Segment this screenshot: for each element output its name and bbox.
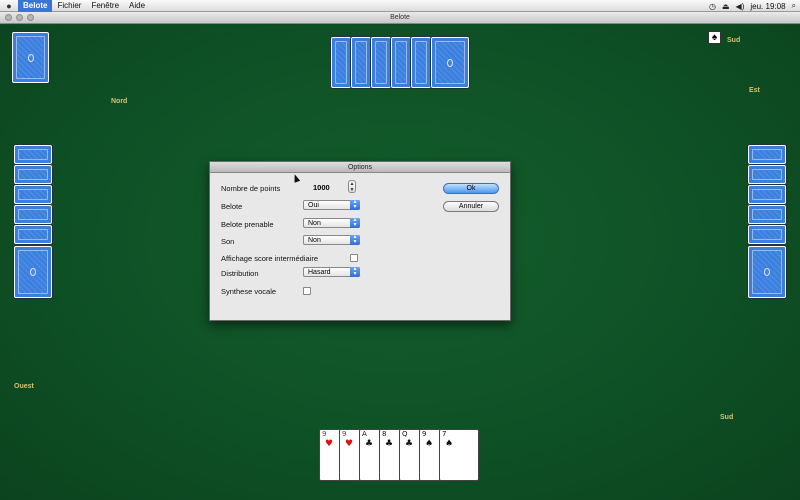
west-card [14, 225, 52, 244]
belote-prenable-label: Belote prenable [221, 220, 274, 229]
close-window-button[interactable] [5, 14, 12, 21]
east-card [748, 185, 786, 204]
north-card [431, 37, 469, 88]
north-card [371, 37, 391, 88]
dialog-title: Options [210, 162, 510, 173]
popup-arrows-icon: ▴ ▾ [350, 199, 360, 210]
points-value[interactable]: 1000 [313, 183, 330, 192]
zoom-window-button[interactable] [27, 14, 34, 21]
menubar-clock[interactable]: jeu. 19:08 [750, 2, 785, 11]
volume-icon[interactable]: ◀) [736, 2, 745, 11]
window-titlebar: Belote [0, 12, 800, 24]
ok-button[interactable]: Ok [443, 183, 499, 194]
player-west-label: Ouest [14, 383, 34, 390]
east-card [748, 165, 786, 184]
hand-card-rank: Q [402, 430, 408, 438]
menu-app[interactable]: Belote [18, 0, 53, 12]
distribution-select[interactable]: Hasard ▴ ▾ [303, 266, 360, 277]
hand-card-rank: 9 [422, 430, 427, 438]
hand-card-rank: 7 [442, 430, 447, 438]
menu-fenetre[interactable]: Fenêtre [86, 0, 124, 12]
spotlight-icon[interactable]: ⌕ [792, 1, 796, 11]
cancel-button[interactable]: Annuler [443, 201, 499, 212]
popup-arrows-icon: ▴ ▾ [350, 234, 360, 245]
eject-icon[interactable]: ⏏ [722, 2, 730, 11]
north-card [351, 37, 371, 88]
east-card [748, 205, 786, 224]
player-south-label: Sud [720, 414, 734, 421]
popup-arrows-icon: ▴ ▾ [350, 217, 360, 228]
hand-card[interactable]: 7 ♠ [439, 429, 479, 481]
son-select-value: Non [308, 237, 321, 244]
popup-arrows-icon: ▴ ▾ [350, 266, 360, 277]
trump-owner-label: Sud [727, 37, 741, 44]
options-dialog: Options Nombre de points 1000 ▲ ▼ Belote … [209, 161, 511, 321]
hand-card-suit-icon: ♠ [445, 439, 453, 449]
player-north-label: Nord [111, 98, 128, 105]
son-label: Son [221, 237, 235, 246]
north-card [391, 37, 411, 88]
west-card [14, 185, 52, 204]
west-card [14, 205, 52, 224]
hand-card-rank: A [362, 430, 367, 438]
son-select[interactable]: Non ▴ ▾ [303, 234, 360, 245]
belote-prenable-select-value: Non [308, 220, 321, 227]
west-card [14, 246, 52, 298]
belote-label: Belote [221, 202, 243, 211]
hand-card-rank: 8 [382, 430, 387, 438]
belote-select[interactable]: Oui ▴ ▾ [303, 199, 360, 210]
synthese-label: Synthese vocale [221, 287, 277, 296]
hand-card-rank: 9 [322, 430, 327, 438]
time-machine-icon[interactable]: ◷ [709, 2, 716, 11]
belote-select-value: Oui [308, 202, 319, 209]
player-east-label: Est [749, 87, 760, 94]
minimize-window-button[interactable] [16, 14, 23, 21]
east-card [748, 145, 786, 164]
distribution-select-value: Hasard [308, 269, 331, 276]
affichage-checkbox[interactable] [350, 254, 358, 262]
north-card [411, 37, 431, 88]
distribution-label: Distribution [221, 269, 259, 278]
menu-bar: ● Belote Fichier Fenêtre Aide ◷ ⏏ ◀) jeu… [0, 0, 800, 12]
belote-prenable-select[interactable]: Non ▴ ▾ [303, 217, 360, 228]
menu-fichier[interactable]: Fichier [52, 0, 86, 12]
north-card [331, 37, 351, 88]
affichage-label: Affichage score intermédiaire [221, 254, 318, 263]
west-card [14, 165, 52, 184]
hand-card-rank: 9 [342, 430, 347, 438]
window-title: Belote [390, 14, 410, 21]
points-stepper[interactable]: ▲ ▼ [348, 180, 356, 193]
east-card [748, 246, 786, 298]
west-card [14, 145, 52, 164]
trump-suit-icon: ♠ [708, 31, 721, 44]
east-card [748, 225, 786, 244]
points-label: Nombre de points [221, 184, 281, 193]
synthese-checkbox[interactable] [303, 287, 311, 295]
deck-pile [12, 32, 49, 83]
apple-menu-icon[interactable]: ● [0, 1, 18, 11]
menu-aide[interactable]: Aide [124, 0, 150, 12]
